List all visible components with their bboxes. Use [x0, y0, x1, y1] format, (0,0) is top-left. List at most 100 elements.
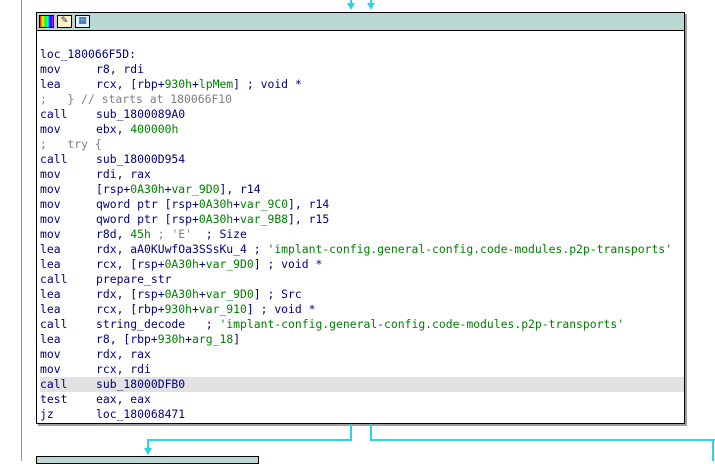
instruction-operand[interactable]: r8, [rbp+ — [96, 332, 158, 346]
color-palette-icon[interactable] — [39, 15, 54, 28]
instruction-operand[interactable]: ] ; void * — [233, 77, 302, 91]
instruction-mnemonic[interactable]: lea — [40, 77, 96, 92]
instruction-operand[interactable]: r8, rdi — [96, 62, 144, 76]
graph-overview-icon[interactable]: ▦ — [75, 15, 90, 28]
instruction-operand[interactable]: + — [192, 302, 199, 316]
instruction-mnemonic[interactable]: lea — [40, 257, 96, 272]
code-line[interactable]: call sub_18000D954 — [40, 152, 684, 167]
instruction-mnemonic[interactable]: lea — [40, 332, 96, 347]
instruction-operand[interactable]: qword ptr [rsp+ — [96, 212, 199, 226]
instruction-operand[interactable]: loc_180068471 — [96, 407, 185, 421]
code-line[interactable]: mov r8, rdi — [40, 62, 684, 77]
instruction-operand[interactable]: + — [199, 257, 206, 271]
instruction-mnemonic[interactable]: test — [40, 392, 96, 407]
instruction-operand[interactable]: rdx, aA0KUwfOa3SSsKu_4 ; — [96, 242, 267, 256]
instruction-operand[interactable]: eax, eax — [96, 392, 151, 406]
instruction-operand[interactable]: ], r14 — [219, 182, 260, 196]
instruction-operand[interactable]: 930h — [158, 332, 185, 346]
instruction-operand[interactable]: + — [185, 332, 192, 346]
instruction-operand[interactable]: ] ; void * — [247, 302, 316, 316]
instruction-operand[interactable]: + — [192, 77, 199, 91]
node-titlebar[interactable]: ✎ ▦ — [37, 13, 684, 31]
code-line[interactable]: lea rdx, aA0KUwfOa3SSsKu_4 ; 'implant-con… — [40, 242, 684, 257]
code-line[interactable]: loc_180066F5D: — [40, 47, 684, 62]
code-block-node[interactable]: ✎ ▦ loc_180066F5D: mov r8, rdi lea rcx, [rbp… — [36, 12, 685, 424]
instruction-operand[interactable]: var_9B8 — [240, 212, 288, 226]
instruction-operand[interactable]: 45h — [130, 227, 151, 241]
instruction-operand[interactable]: rcx, [rsp+ — [96, 257, 165, 271]
edit-node-icon[interactable]: ✎ — [57, 15, 72, 28]
instruction-operand[interactable]: var_9C0 — [240, 197, 288, 211]
instruction-operand[interactable]: ; 'E' — [151, 227, 192, 241]
instruction-operand[interactable]: 0A30h — [165, 287, 199, 301]
instruction-operand[interactable]: sub_1800089A0 — [96, 107, 185, 121]
instruction-operand[interactable]: lpMem — [199, 77, 233, 91]
instruction-mnemonic[interactable]: lea — [40, 242, 96, 257]
code-line[interactable]: ; try { — [40, 137, 684, 152]
instruction-operand[interactable]: 930h — [165, 302, 192, 316]
code-line[interactable]: call sub_18000DFB0 — [40, 377, 684, 392]
code-line[interactable]: call prepare_str — [40, 272, 684, 287]
instruction-operand[interactable]: string_decode ; — [96, 317, 219, 331]
instruction-mnemonic[interactable]: mov — [40, 362, 96, 377]
instruction-mnemonic[interactable]: mov — [40, 197, 96, 212]
code-line[interactable]: mov rdx, rax — [40, 347, 684, 362]
instruction-mnemonic[interactable]: call — [40, 152, 96, 167]
code-line[interactable]: call string_decode ; 'implant-config.gene… — [40, 317, 684, 332]
instruction-mnemonic[interactable]: call — [40, 107, 96, 122]
code-line[interactable]: ; } // starts at 180066F10 — [40, 92, 684, 107]
instruction-operand[interactable]: 0A30h — [199, 212, 233, 226]
instruction-operand[interactable]: + — [199, 287, 206, 301]
code-line[interactable]: lea r8, [rbp+930h+arg_18] — [40, 332, 684, 347]
instruction-operand[interactable]: rdi, rax — [96, 167, 151, 181]
instruction-operand[interactable]: 0A30h — [199, 197, 233, 211]
instruction-operand[interactable]: ], r14 — [288, 197, 329, 211]
instruction-mnemonic[interactable]: mov — [40, 212, 96, 227]
code-line[interactable]: lea rcx, [rbp+930h+var_910] ; void * — [40, 302, 684, 317]
instruction-operand[interactable]: 400000h — [130, 122, 178, 136]
instruction-operand[interactable]: r8d, — [96, 227, 130, 241]
instruction-operand[interactable]: ], r15 — [288, 212, 329, 226]
instruction-operand[interactable]: var_9D0 — [206, 287, 254, 301]
code-line[interactable]: mov rcx, rdi — [40, 362, 684, 377]
code-line[interactable]: call sub_1800089A0 — [40, 107, 684, 122]
instruction-operand[interactable]: arg_18 — [192, 332, 233, 346]
code-line[interactable]: lea rdx, [rsp+0A30h+var_9D0] ; Src — [40, 287, 684, 302]
instruction-mnemonic[interactable]: mov — [40, 182, 96, 197]
instruction-mnemonic[interactable]: mov — [40, 122, 96, 137]
instruction-operand[interactable]: ebx, — [96, 122, 130, 136]
instruction-operand[interactable]: ; Size — [192, 227, 247, 241]
instruction-operand[interactable]: prepare_str — [96, 272, 171, 286]
instruction-operand[interactable]: var_9D0 — [171, 182, 219, 196]
instruction-operand[interactable]: rdx, rax — [96, 347, 151, 361]
instruction-operand[interactable]: ] ; Src — [254, 287, 302, 301]
code-line[interactable]: mov qword ptr [rsp+0A30h+var_9B8], r15 — [40, 212, 684, 227]
instruction-operand[interactable]: + — [233, 197, 240, 211]
code-line[interactable]: mov ebx, 400000h — [40, 122, 684, 137]
instruction-operand[interactable]: var_910 — [199, 302, 247, 316]
code-line[interactable]: mov rdi, rax — [40, 167, 684, 182]
code-label[interactable]: loc_180066F5D: — [40, 47, 136, 61]
instruction-operand[interactable]: 930h — [165, 77, 192, 91]
instruction-mnemonic[interactable]: mov — [40, 227, 96, 242]
instruction-operand[interactable]: rdx, [rsp+ — [96, 287, 165, 301]
disassembly-listing[interactable]: loc_180066F5D: mov r8, rdi lea rcx, [rbp+930… — [40, 47, 684, 422]
instruction-mnemonic[interactable]: lea — [40, 287, 96, 302]
code-line[interactable]: lea rcx, [rsp+0A30h+var_9D0] ; void * — [40, 257, 684, 272]
instruction-mnemonic[interactable]: call — [40, 377, 96, 392]
code-line[interactable]: mov r8d, 45h ; 'E' ; Size — [40, 227, 684, 242]
instruction-operand[interactable]: 0A30h — [130, 182, 164, 196]
instruction-operand[interactable]: ] — [233, 332, 240, 346]
instruction-mnemonic[interactable]: call — [40, 272, 96, 287]
next-code-block-node[interactable] — [36, 456, 259, 464]
code-line[interactable]: lea rcx, [rbp+930h+lpMem] ; void * — [40, 77, 684, 92]
instruction-operand[interactable]: rcx, rdi — [96, 362, 151, 376]
instruction-mnemonic[interactable]: mov — [40, 347, 96, 362]
instruction-mnemonic[interactable]: jz — [40, 407, 96, 422]
instruction-operand[interactable]: 0A30h — [165, 257, 199, 271]
instruction-operand[interactable]: 'implant-config.general-config.code-modu… — [267, 242, 672, 256]
instruction-mnemonic[interactable]: mov — [40, 62, 96, 77]
instruction-operand[interactable]: [rsp+ — [96, 182, 130, 196]
instruction-operand[interactable]: rcx, [rbp+ — [96, 77, 165, 91]
code-line[interactable]: jz loc_180068471 — [40, 407, 684, 422]
